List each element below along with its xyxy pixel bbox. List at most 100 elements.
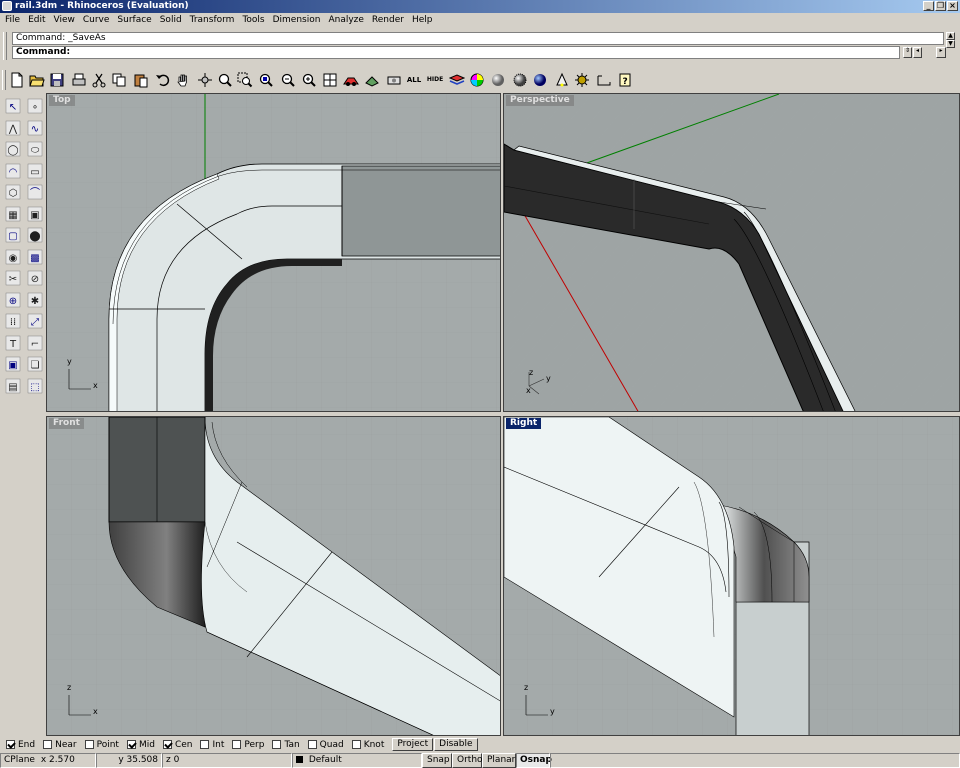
history-scroll-up-button[interactable]: ▲ — [946, 32, 955, 40]
menu-solid[interactable]: Solid — [156, 13, 186, 27]
command-spin-button[interactable]: ⇕ — [903, 47, 912, 58]
command-input[interactable] — [73, 47, 874, 57]
history-scroll-down-button[interactable]: ▼ — [946, 40, 955, 48]
viewport-label-right[interactable]: Right — [506, 418, 542, 429]
open-icon[interactable] — [27, 70, 47, 90]
layer-lock-icon[interactable] — [384, 70, 404, 90]
osnap-cen[interactable]: Cen — [162, 740, 192, 750]
osnap-quad-checkbox[interactable] — [307, 740, 317, 749]
paste-icon[interactable] — [131, 70, 151, 90]
viewport-right[interactable]: Right y z — [503, 416, 960, 736]
select-arrow-icon[interactable]: ↖ — [3, 96, 23, 116]
materials-icon[interactable] — [572, 70, 592, 90]
osnap-point[interactable]: Point — [84, 740, 119, 750]
trim-icon[interactable]: ✂ — [3, 268, 23, 288]
render-preview-icon[interactable] — [530, 70, 550, 90]
circle-icon[interactable]: ◯ — [3, 139, 23, 159]
dimension-icon[interactable]: ⌐ — [25, 333, 45, 353]
render-icon[interactable] — [510, 70, 530, 90]
minimize-button[interactable]: _ — [923, 1, 934, 11]
project-button[interactable]: Project — [392, 738, 434, 751]
curve-icon[interactable]: ∿ — [25, 118, 45, 138]
command-right-button[interactable]: ▸ — [936, 47, 946, 58]
osnap-near-checkbox[interactable] — [43, 740, 53, 749]
color-icon[interactable] — [467, 70, 487, 90]
osnap-mid-checkbox[interactable] — [126, 740, 136, 749]
boolean-icon[interactable]: ⬤ — [25, 225, 45, 245]
ortho-toggle[interactable]: Ortho — [452, 753, 483, 768]
render-icon[interactable]: ▤ — [3, 376, 23, 396]
viewport-front[interactable]: Front x z — [46, 416, 501, 736]
osnap-knot[interactable]: Knot — [351, 740, 384, 750]
osnap-cen-checkbox[interactable] — [162, 740, 172, 749]
mesh-icon[interactable]: ▩ — [25, 247, 45, 267]
snap-toggle[interactable]: Snap — [422, 753, 452, 768]
join-icon[interactable]: ⊕ — [3, 290, 23, 310]
extrude-icon[interactable]: ▣ — [25, 204, 45, 224]
osnap-int[interactable]: Int — [200, 740, 224, 750]
close-button[interactable]: × — [947, 1, 958, 11]
osnap-perp-checkbox[interactable] — [232, 740, 242, 749]
polyline-icon[interactable]: ⋀ — [3, 118, 23, 138]
osnap-point-checkbox[interactable] — [84, 740, 94, 749]
layer-panel[interactable]: Default — [292, 753, 422, 768]
menu-help[interactable]: Help — [408, 13, 437, 27]
osnap-perp[interactable]: Perp — [232, 740, 264, 750]
shade-icon[interactable] — [488, 70, 508, 90]
menu-transform[interactable]: Transform — [186, 13, 239, 27]
menu-tools[interactable]: Tools — [238, 13, 268, 27]
explode-icon[interactable]: ✱ — [25, 290, 45, 310]
osnap-near[interactable]: Near — [43, 740, 77, 750]
block-icon[interactable]: ❏ — [25, 354, 45, 374]
cylinder-icon[interactable]: ◉ — [3, 247, 23, 267]
layer-icon[interactable] — [447, 70, 467, 90]
osnap-knot-checkbox[interactable] — [351, 740, 361, 749]
box-icon[interactable]: ▢ — [3, 225, 23, 245]
show-icon[interactable] — [362, 70, 382, 90]
analyze-icon[interactable]: ⬚ — [25, 376, 45, 396]
command-grip[interactable] — [3, 32, 7, 60]
restore-button[interactable]: ❐ — [935, 1, 946, 11]
command-left-button[interactable]: ◂ — [913, 47, 922, 58]
arc-icon[interactable]: ◠ — [3, 161, 23, 181]
osnap-int-checkbox[interactable] — [200, 740, 210, 749]
zoom-extents-icon[interactable] — [256, 70, 276, 90]
osnap-tan[interactable]: Tan — [272, 740, 300, 750]
zoom-window-icon[interactable] — [235, 70, 255, 90]
undo-icon[interactable] — [153, 70, 173, 90]
zoom-dynamic-icon[interactable] — [215, 70, 235, 90]
zoom-extents-all-icon[interactable] — [299, 70, 319, 90]
viewport-perspective[interactable]: Perspective y z x — [503, 93, 960, 412]
hide-button[interactable]: HIDE — [425, 70, 445, 90]
menu-analyze[interactable]: Analyze — [324, 13, 367, 27]
split-icon[interactable]: ⊘ — [25, 268, 45, 288]
menu-edit[interactable]: Edit — [24, 13, 49, 27]
viewport-top[interactable]: Top x y — [46, 93, 501, 412]
menu-curve[interactable]: Curve — [79, 13, 114, 27]
select-all-icon[interactable] — [341, 70, 361, 90]
menu-view[interactable]: View — [50, 13, 79, 27]
disable-button[interactable]: Disable — [434, 738, 478, 751]
osnap-end[interactable]: End — [6, 740, 35, 750]
planar-toggle[interactable]: Planar — [482, 753, 516, 768]
group-icon[interactable]: ▣ — [3, 354, 23, 374]
four-viewports-icon[interactable] — [320, 70, 340, 90]
osnap-mid[interactable]: Mid — [126, 740, 155, 750]
rhino-app-icon[interactable] — [2, 1, 12, 11]
osnap-end-checkbox[interactable] — [6, 740, 15, 749]
pan-icon[interactable] — [173, 70, 193, 90]
point-icon[interactable]: ∘ — [25, 96, 45, 116]
light-icon[interactable] — [552, 70, 572, 90]
cut-icon[interactable] — [89, 70, 109, 90]
osnap-tan-checkbox[interactable] — [272, 740, 282, 749]
menu-dimension[interactable]: Dimension — [269, 13, 325, 27]
viewport-label-perspective[interactable]: Perspective — [506, 95, 574, 106]
zoom-selected-icon[interactable] — [278, 70, 298, 90]
transform-icon[interactable]: ⤢ — [25, 311, 45, 331]
menu-render[interactable]: Render — [368, 13, 408, 27]
menu-surface[interactable]: Surface — [113, 13, 155, 27]
copy-icon[interactable] — [109, 70, 129, 90]
osnap-quad[interactable]: Quad — [307, 740, 344, 750]
fillet-icon[interactable]: ⌒ — [25, 182, 45, 202]
select-all-button[interactable]: ALL — [404, 70, 424, 90]
